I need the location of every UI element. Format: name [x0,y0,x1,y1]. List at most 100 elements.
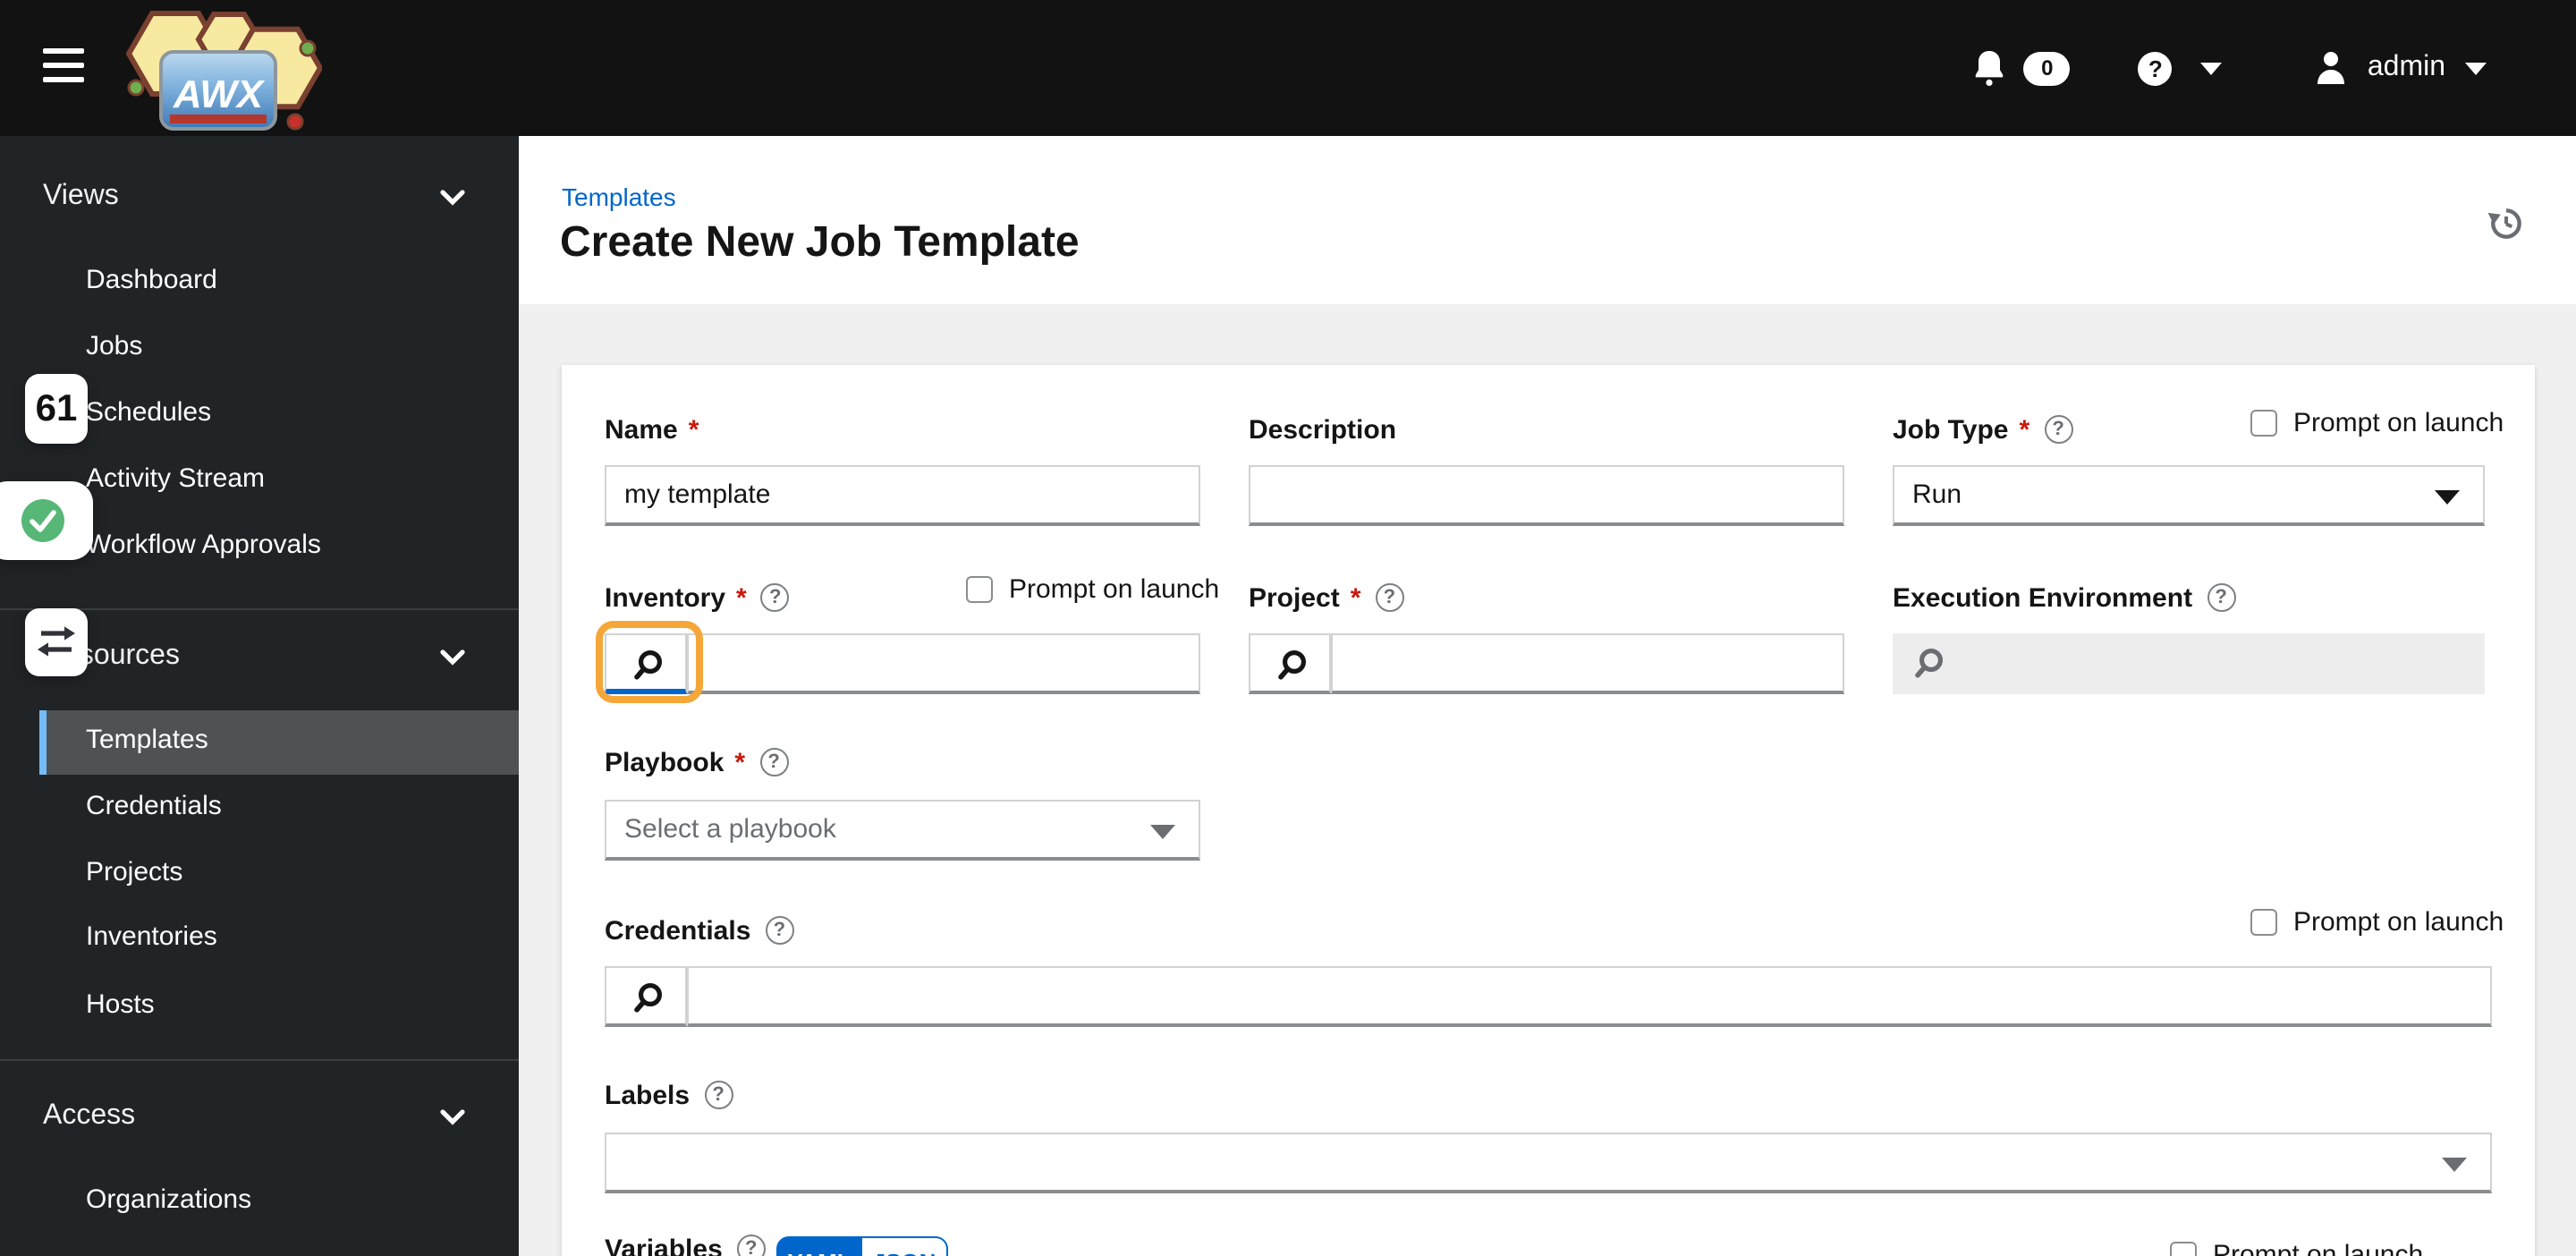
notification-count-badge: 0 [2023,51,2071,85]
sidebar-item-activity-stream[interactable]: Activity Stream [86,462,519,497]
sidebar-item-workflow-approvals[interactable]: Workflow Approvals [86,528,519,564]
sidebar-item-inventories[interactable]: Inventories [86,920,519,955]
sidebar-item-jobs[interactable]: Jobs [86,329,519,365]
page-title: Create New Job Template [560,218,1080,267]
required-marker: * [734,747,746,777]
awx-logo[interactable]: AWX [122,4,324,136]
masthead: AWX 0 ? admin [0,0,2576,136]
variables-prompt-checkbox[interactable] [2170,1242,2197,1256]
variables-label: Variables ? [605,1233,766,1256]
inventory-label: Inventory * ? [605,581,790,614]
description-label: Description [1249,414,1397,445]
credentials-search-button[interactable] [605,966,687,1027]
job-type-prompt-row: Prompt on launch [2250,408,2504,438]
project-search-button[interactable] [1249,633,1331,694]
user-name: admin [2367,52,2445,82]
swap-arrows-badge [25,608,88,676]
labels-input[interactable] [605,1133,2492,1193]
nav-divider [0,1059,519,1061]
variables-yaml-button[interactable]: YAML [776,1236,862,1256]
search-icon [634,983,662,1013]
job-type-select[interactable]: Run [1893,465,2485,526]
history-button[interactable] [2487,204,2526,243]
variables-json-button[interactable]: JSON [862,1236,948,1256]
chevron-down-icon[interactable] [440,1109,465,1125]
svg-text:AWX: AWX [173,72,266,116]
credentials-prompt-row: Prompt on launch [2250,907,2504,938]
playbook-label: Playbook * ? [605,746,789,778]
credentials-prompt-checkbox[interactable] [2250,909,2277,936]
awx-logo-icon: AWX [125,11,324,131]
main-content: Templates Create New Job Template Name *… [519,136,2576,1256]
sidebar-item-schedules[interactable]: Schedules [86,395,519,431]
inventory-highlight-annotation [596,621,703,703]
caret-down-icon [2435,490,2460,505]
swap-arrows-icon [38,626,75,657]
credentials-input[interactable] [687,966,2492,1027]
prompt-on-launch-label: Prompt on launch [1009,574,1220,605]
credentials-label: Credentials ? [605,914,794,946]
playbook-select[interactable]: Select a playbook [605,800,1200,861]
sidebar-item-templates[interactable]: Templates [39,710,519,775]
labels-label: Labels ? [605,1079,733,1111]
job-type-prompt-checkbox[interactable] [2250,410,2277,437]
chevron-down-icon[interactable] [440,190,465,206]
help-icon[interactable]: ? [2044,415,2073,444]
help-icon[interactable]: ? [760,583,790,612]
required-marker: * [1350,582,1361,613]
user-menu-button[interactable]: admin [2316,50,2487,86]
required-marker: * [2019,414,2030,445]
search-icon [1278,650,1306,680]
question-circle-icon: ? [2138,51,2173,85]
inventory-prompt-checkbox[interactable] [966,576,993,603]
chevron-down-icon[interactable] [440,649,465,666]
nav-group-views[interactable]: Views [43,179,119,215]
prompt-on-launch-label: Prompt on launch [2213,1240,2424,1256]
execution-environment-input[interactable] [1893,633,2485,694]
help-icon[interactable]: ? [704,1081,733,1109]
help-icon[interactable]: ? [759,748,789,777]
sidebar-item-dashboard[interactable]: Dashboard [86,263,519,299]
help-icon[interactable]: ? [1375,583,1404,612]
project-input[interactable] [1331,633,1844,694]
help-menu-button[interactable]: ? [2138,51,2223,85]
variables-format-toggle: YAML JSON [776,1236,948,1256]
user-caret-icon [2465,62,2487,74]
sidebar-item-organizations[interactable]: Organizations [86,1183,519,1218]
step-counter-badge: 61 [25,374,88,444]
sidebar-item-hosts[interactable]: Hosts [86,988,519,1023]
sidebar-item-credentials[interactable]: Credentials [86,789,519,825]
help-icon[interactable]: ? [2207,583,2236,612]
name-field[interactable] [605,465,1200,526]
description-field[interactable] [1249,465,1844,526]
nav-toggle-button[interactable] [43,48,84,88]
help-icon[interactable]: ? [736,1235,766,1256]
user-icon [2318,52,2345,84]
sidebar-item-label: Templates [86,725,208,755]
page-header: Templates Create New Job Template [519,136,2576,304]
caret-down-icon [2442,1158,2467,1172]
required-marker: * [736,582,747,613]
execution-environment-label: Execution Environment ? [1893,581,2236,614]
caret-down-icon [1150,825,1175,839]
notifications-button[interactable]: 0 [1972,48,2071,88]
sidebar-nav: Views Dashboard Jobs Schedules Activity … [0,136,519,1256]
sidebar-item-projects[interactable]: Projects [86,855,519,891]
bell-icon [1976,51,2004,86]
prompt-on-launch-label: Prompt on launch [2293,408,2504,438]
search-icon [1915,649,1943,678]
form-card: Name * Description Job Type * ? Prompt o… [562,365,2535,1256]
required-marker: * [688,414,699,445]
help-caret-icon [2200,62,2223,74]
variables-prompt-row: Prompt on launch [2170,1240,2423,1256]
prompt-on-launch-label: Prompt on launch [2293,907,2504,938]
inventory-input[interactable] [687,633,1200,694]
name-label: Name * [605,414,699,445]
project-label: Project * ? [1249,581,1404,614]
help-icon[interactable]: ? [765,916,794,945]
success-check-badge [0,481,93,560]
breadcrumb-templates-link[interactable]: Templates [562,182,676,211]
nav-group-access[interactable]: Access [43,1099,135,1134]
history-icon [2487,208,2521,239]
job-type-label: Job Type * ? [1893,413,2073,446]
